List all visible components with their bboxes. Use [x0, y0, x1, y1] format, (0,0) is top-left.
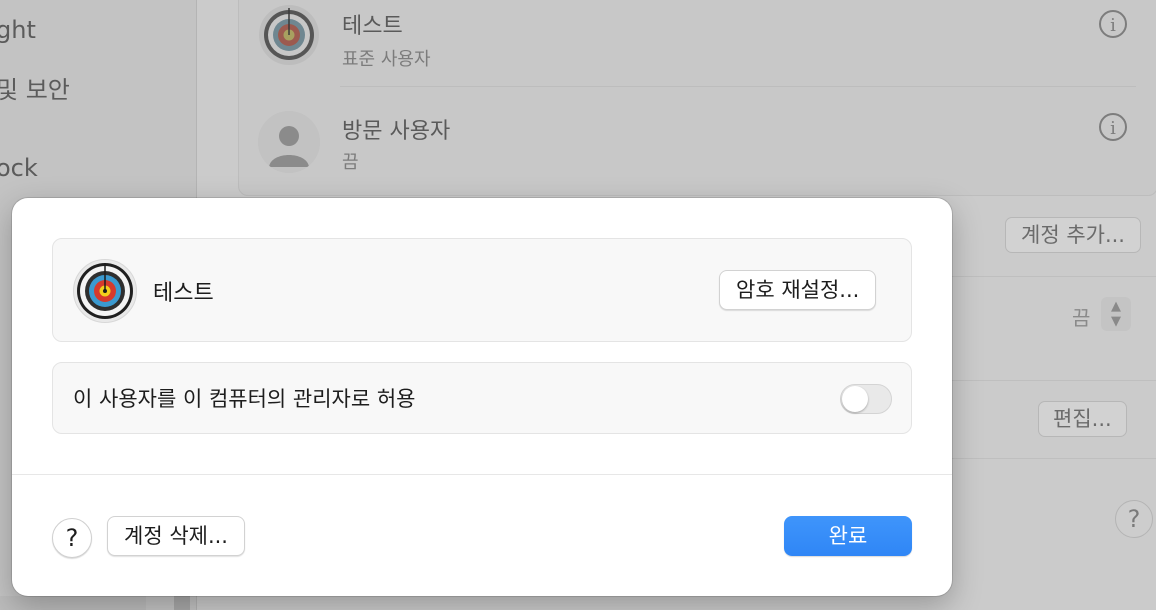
guest-user-status: 끔	[342, 152, 359, 173]
info-icon[interactable]: i	[1099, 113, 1127, 141]
sheet-divider	[12, 474, 952, 475]
person-icon	[258, 111, 320, 173]
delete-account-button[interactable]: 계정 삭제...	[107, 516, 245, 556]
add-account-button[interactable]: 계정 추가...	[1005, 217, 1141, 253]
sidebar-footer	[0, 596, 146, 610]
user-name: 테스트	[153, 281, 214, 306]
done-button[interactable]: 완료	[784, 516, 912, 556]
admin-toggle[interactable]	[840, 384, 892, 414]
help-button[interactable]: ?	[52, 518, 92, 558]
user-details-sheet: 테스트 암호 재설정... 이 사용자를 이 컴퓨터의 관리자로 허용 ? 계정…	[12, 198, 952, 596]
admin-toggle-label: 이 사용자를 이 컴퓨터의 관리자로 허용	[73, 387, 416, 411]
user-card: 테스트 암호 재설정...	[52, 238, 912, 342]
chevron-updown-icon[interactable]: ▲ ▼	[1101, 297, 1131, 331]
sidebar-item-privacy-security[interactable]: 및 보안	[0, 70, 70, 105]
reset-password-button[interactable]: 암호 재설정...	[719, 270, 877, 310]
target-icon	[258, 4, 320, 66]
edit-button[interactable]: 편집...	[1038, 401, 1127, 437]
sidebar-item-night-shift[interactable]: ght	[0, 16, 36, 44]
target-icon	[73, 259, 137, 323]
toggle-knob	[842, 386, 868, 412]
row-divider	[340, 86, 1136, 87]
user-role: 표준 사용자	[342, 49, 431, 70]
user-name: 테스트	[342, 14, 403, 39]
popup-value[interactable]: 끔	[1072, 302, 1090, 331]
help-button-background[interactable]: ?	[1115, 500, 1153, 538]
info-icon[interactable]: i	[1099, 10, 1127, 38]
admin-permission-row: 이 사용자를 이 컴퓨터의 관리자로 허용	[52, 362, 912, 434]
sidebar-scrollbar[interactable]	[174, 596, 190, 610]
guest-user-name: 방문 사용자	[342, 119, 451, 144]
sidebar-item-lock[interactable]: ock	[0, 154, 38, 182]
